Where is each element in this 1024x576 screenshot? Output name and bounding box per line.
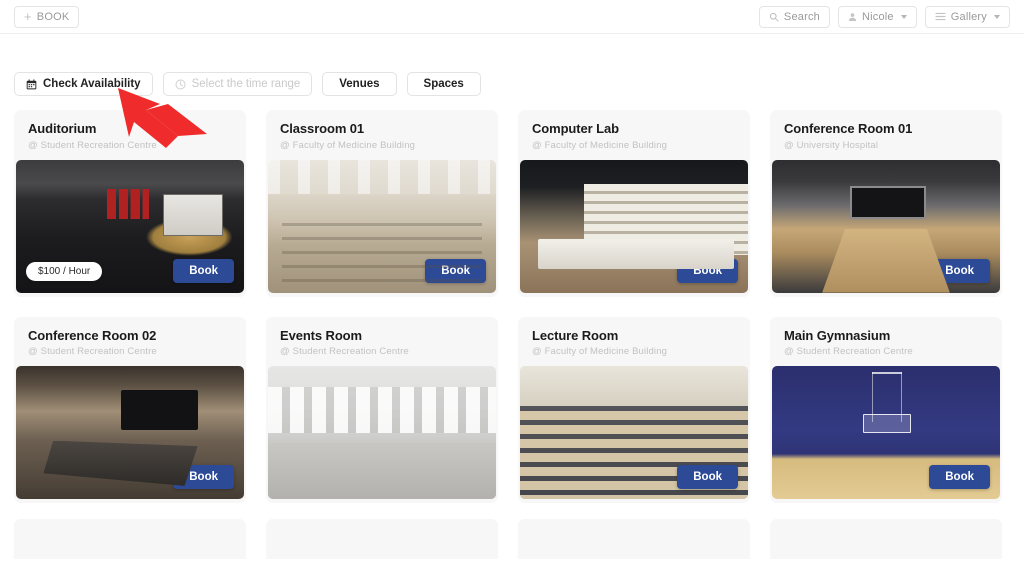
space-title: Lecture Room <box>532 327 619 343</box>
space-card[interactable]: Conference Room 02 @ Student Recreation C… <box>14 316 246 504</box>
venues-filter-button[interactable]: Venues <box>322 72 397 96</box>
space-card-header: Computer Lab @ Faculty of Medicine Buildi… <box>518 110 750 160</box>
book-space-button[interactable]: Book <box>677 465 738 490</box>
space-title: Auditorium <box>28 121 97 136</box>
space-card[interactable] <box>770 519 1002 560</box>
navbar-actions: Search Nicole Gallery <box>758 5 1010 28</box>
spaces-label: Spaces <box>423 78 464 90</box>
space-card-grid: Auditorium @ Student Recreation Centre $10… <box>0 96 1024 504</box>
search-icon <box>769 12 779 22</box>
search-button[interactable]: Search <box>758 5 830 28</box>
book-space-button[interactable]: Book <box>929 465 990 490</box>
space-card[interactable] <box>518 519 750 560</box>
check-availability-button[interactable]: Check Availability <box>14 72 153 96</box>
space-venue: @ University Hospital <box>784 139 879 151</box>
search-button-label: Search <box>783 10 820 23</box>
lecture-room-photo: Book <box>520 366 748 500</box>
price-badge: $100 / Hour <box>26 261 103 281</box>
book-space-button[interactable]: Book <box>929 258 990 283</box>
time-range-input[interactable]: Select the time range <box>162 72 313 96</box>
chevron-down-icon <box>994 14 1000 19</box>
top-navbar: + BOOK Search Nicole Gallery <box>0 0 1024 34</box>
space-card-header: Auditorium @ Student Recreation Centre <box>14 110 246 160</box>
space-title: Classroom 01 <box>280 121 365 136</box>
space-card-header: Conference Room 01 @ University Hospital <box>770 110 1002 160</box>
venues-label: Venues <box>339 78 380 90</box>
gallery-menu-label: Gallery <box>950 10 987 23</box>
space-venue: @ Student Recreation Centre <box>280 346 409 358</box>
space-card-header: Lecture Room @ Faculty of Medicine Buildi… <box>518 316 750 367</box>
space-card-header: Classroom 01 @ Faculty of Medicine Buildi… <box>266 110 498 160</box>
clock-icon <box>175 78 186 90</box>
chevron-down-icon <box>900 14 907 19</box>
price-badge: $25 / 30min <box>278 468 355 488</box>
book-space-button[interactable]: Book <box>425 465 486 490</box>
space-card[interactable]: Classroom 01 @ Faculty of Medicine Buildi… <box>266 110 498 297</box>
space-title: Computer Lab <box>532 121 619 136</box>
space-title: Events Room <box>280 327 362 343</box>
book-button[interactable]: + BOOK <box>14 5 80 28</box>
plus-icon: + <box>24 9 32 24</box>
main-gymnasium-photo: Book <box>772 366 1000 500</box>
space-title: Conference Room 01 <box>784 121 913 136</box>
space-card-header: Events Room @ Student Recreation Centre <box>266 316 498 367</box>
conference-room-01-photo: Book <box>772 159 1000 293</box>
space-card[interactable]: Events Room @ Student Recreation Centre $2… <box>266 316 498 504</box>
calendar-icon <box>26 78 37 90</box>
book-space-button[interactable]: Book <box>173 258 234 283</box>
events-room-photo: $25 / 30min Book <box>268 366 496 500</box>
user-icon <box>848 12 857 22</box>
space-title: Conference Room 02 <box>28 327 157 343</box>
spaces-filter-button[interactable]: Spaces <box>406 72 481 96</box>
space-card[interactable] <box>14 519 246 560</box>
space-venue: @ Faculty of Medicine Building <box>532 346 668 358</box>
space-card-header: Conference Room 02 @ Student Recreation C… <box>14 316 246 367</box>
space-card-grid-next-row <box>0 519 1024 560</box>
space-venue: @ Faculty of Medicine Building <box>280 139 416 151</box>
user-menu-button[interactable]: Nicole <box>837 5 917 28</box>
space-card[interactable] <box>266 519 498 560</box>
space-card-header: Main Gymnasium @ Student Recreation Centr… <box>770 316 1002 367</box>
space-card[interactable]: Auditorium @ Student Recreation Centre $10… <box>14 110 246 297</box>
auditorium-photo: $100 / Hour Book <box>16 159 244 293</box>
list-icon <box>935 12 946 21</box>
book-space-button[interactable]: Book <box>677 258 738 283</box>
user-menu-label: Nicole <box>861 10 894 23</box>
computer-lab-photo: Book <box>520 159 748 293</box>
space-venue: @ Faculty of Medicine Building <box>532 139 668 151</box>
space-card[interactable]: Conference Room 01 @ University Hospital B… <box>770 110 1002 297</box>
classroom-photo: Book <box>268 159 496 293</box>
filter-toolbar: Check Availability Select the time range… <box>0 62 1024 96</box>
gallery-menu-button[interactable]: Gallery <box>924 5 1010 28</box>
book-button-label: BOOK <box>36 10 70 23</box>
conference-room-02-photo: Book <box>16 366 244 500</box>
space-venue: @ Student Recreation Centre <box>28 139 157 151</box>
check-availability-label: Check Availability <box>43 78 141 90</box>
space-card[interactable]: Computer Lab @ Faculty of Medicine Buildi… <box>518 110 750 297</box>
space-card[interactable]: Main Gymnasium @ Student Recreation Centr… <box>770 316 1002 504</box>
book-space-button[interactable]: Book <box>425 258 486 283</box>
time-range-placeholder: Select the time range <box>191 78 301 90</box>
book-space-button[interactable]: Book <box>173 465 234 490</box>
space-venue: @ Student Recreation Centre <box>784 346 913 358</box>
space-card[interactable]: Lecture Room @ Faculty of Medicine Buildi… <box>518 316 750 504</box>
space-venue: @ Student Recreation Centre <box>28 346 157 358</box>
space-title: Main Gymnasium <box>784 327 891 343</box>
